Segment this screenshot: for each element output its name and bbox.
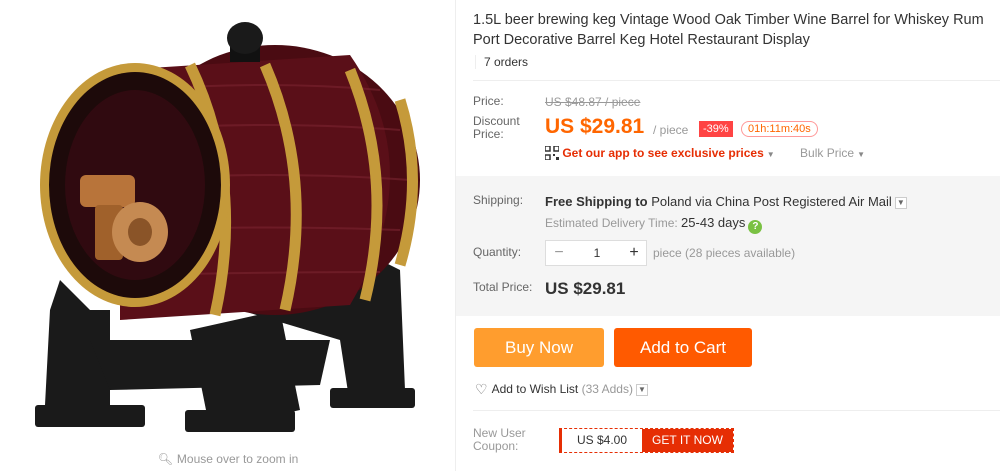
new-user-coupon: US $4.00 GET IT NOW [559, 428, 734, 453]
coupon-label: New User Coupon: [473, 427, 526, 453]
wish-list[interactable]: ♡ Add to Wish List (33 Adds) ▼ [475, 381, 648, 398]
quantity-input[interactable]: 1 [572, 241, 622, 265]
chevron-down-icon[interactable]: ▼ [767, 150, 775, 159]
discount-label-line2: Price: [473, 127, 504, 141]
product-image[interactable] [20, 10, 440, 440]
help-icon[interactable]: ? [748, 220, 763, 234]
wish-list-count: (33 Adds) [581, 382, 633, 396]
delivery-estimate: Estimated Delivery Time: 25-43 days? [545, 215, 763, 234]
total-price-label: Total Price: [473, 280, 533, 294]
chevron-down-icon: ▼ [857, 150, 865, 159]
countdown-timer: 01h:11m:40s [741, 121, 818, 137]
coupon-amount: US $4.00 [562, 429, 642, 452]
product-gallery: 🔍︎ Mouse over to zoom in [0, 0, 456, 471]
add-to-cart-button[interactable]: Add to Cart [614, 328, 752, 367]
app-exclusive-link[interactable]: Get our app to see exclusive prices [562, 146, 763, 160]
app-promo-row: Get our app to see exclusive prices ▼ Bul… [545, 146, 865, 160]
chevron-down-icon[interactable]: ▼ [635, 384, 648, 396]
chevron-down-icon[interactable]: ▼ [894, 197, 907, 209]
discount-badge: -39% [699, 121, 733, 137]
discount-price-label: Discount Price: [473, 115, 520, 141]
heart-icon[interactable]: ♡ [475, 381, 488, 398]
divider [473, 80, 1000, 81]
delivery-days: 25-43 days [681, 215, 746, 230]
divider [473, 410, 1000, 411]
shipping-method[interactable]: Free Shipping to Poland via China Post R… [545, 194, 907, 209]
bulk-price-toggle[interactable]: Bulk Price ▼ [800, 146, 865, 160]
quantity-stepper: − 1 + [545, 240, 647, 266]
price-unit: / piece [653, 123, 689, 137]
coupon-label-line2: Coupon: [473, 439, 519, 453]
original-price: US $48.87 / piece [545, 95, 641, 109]
orders-count[interactable]: 7 orders [475, 55, 528, 69]
wish-list-label[interactable]: Add to Wish List [492, 382, 579, 396]
shipping-destination: Poland via China Post Registered Air Mai… [651, 194, 892, 209]
zoom-hint-text: Mouse over to zoom in [176, 452, 299, 466]
discount-price: US $29.81 [545, 115, 645, 138]
availability-text: piece (28 pieces available) [653, 246, 796, 260]
price-label: Price: [473, 94, 504, 108]
qr-code-icon [545, 146, 559, 160]
get-coupon-button[interactable]: GET IT NOW [642, 429, 733, 452]
buy-now-button[interactable]: Buy Now [474, 328, 604, 367]
increase-button[interactable]: + [622, 241, 646, 265]
shipping-label: Shipping: [473, 193, 524, 207]
quantity-label: Quantity: [473, 245, 522, 259]
magnifier-icon: 🔍︎ [157, 452, 173, 466]
zoom-hint: 🔍︎ Mouse over to zoom in [0, 452, 456, 466]
bulk-price-label: Bulk Price [800, 146, 855, 160]
product-title: 1.5L beer brewing keg Vintage Wood Oak T… [473, 12, 984, 48]
delivery-label: Estimated Delivery Time: [545, 216, 678, 230]
total-price: US $29.81 [545, 279, 626, 298]
shipping-free-text: Free Shipping to [545, 194, 648, 209]
decrease-button[interactable]: − [546, 241, 572, 265]
